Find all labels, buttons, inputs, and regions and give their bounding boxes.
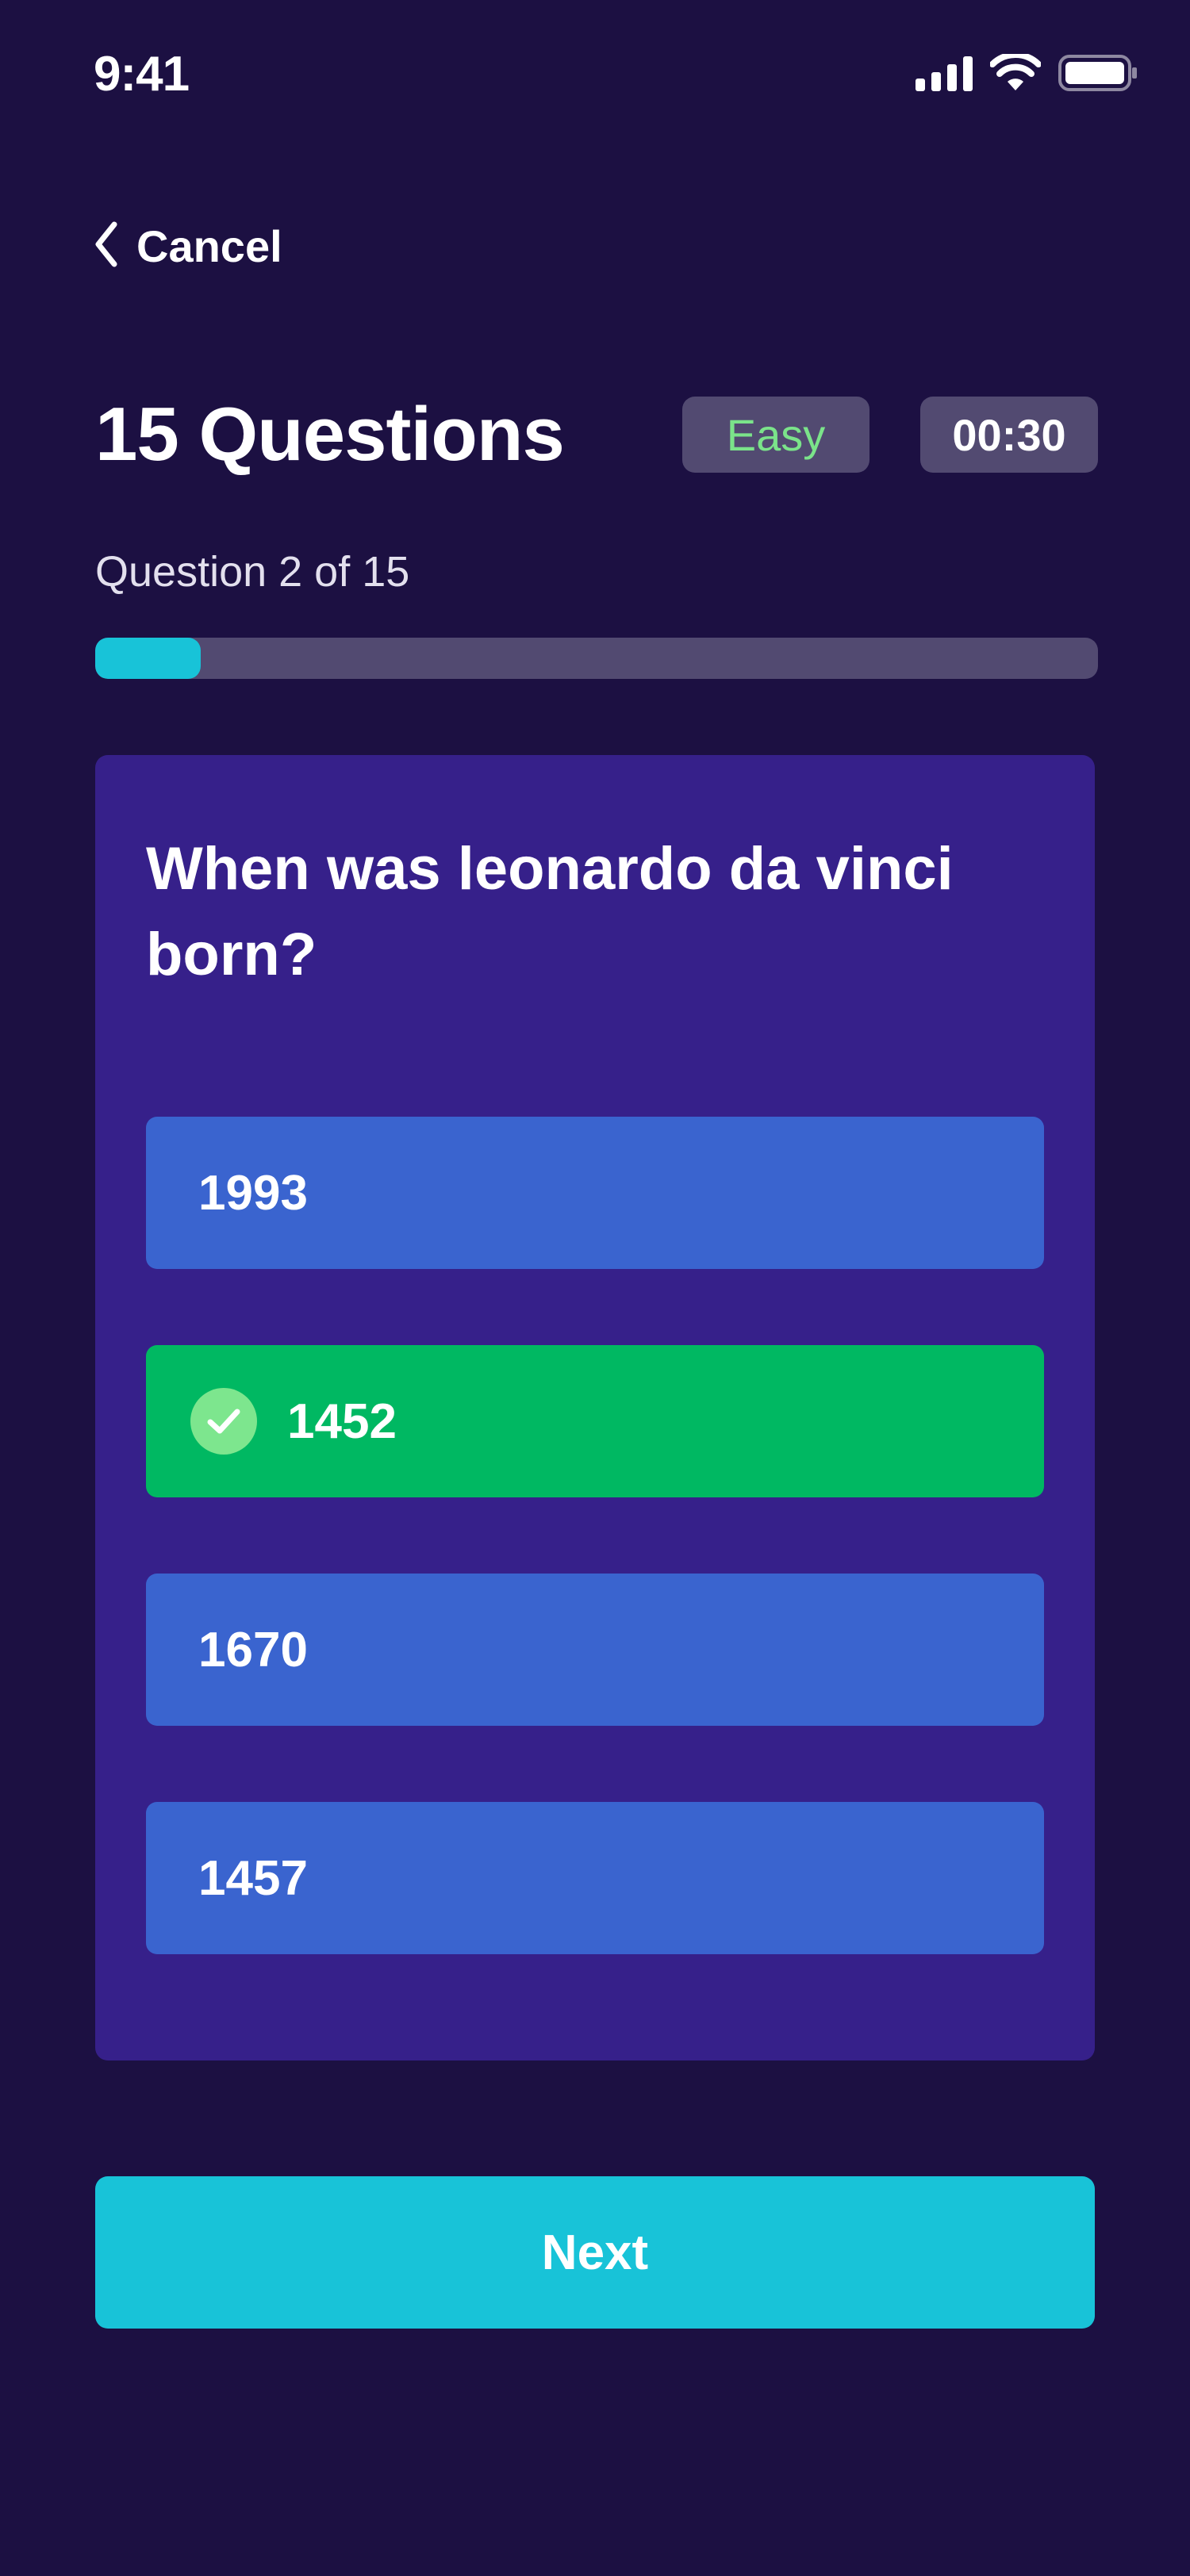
timer-badge: 00:30 — [920, 397, 1098, 473]
wifi-icon — [989, 51, 1042, 96]
question-text: When was leonardo da vinci born? — [146, 835, 954, 988]
answer-option-correct[interactable]: 1452 — [146, 1345, 1044, 1497]
progress-fill — [95, 638, 201, 679]
difficulty-badge: Easy — [682, 397, 869, 473]
battery-icon — [1058, 54, 1138, 96]
next-button[interactable]: Next — [95, 2176, 1095, 2329]
chevron-left-icon — [94, 221, 119, 271]
page-title: 15 Questions — [95, 392, 565, 477]
answer-label: 1670 — [198, 1622, 308, 1677]
status-icons — [916, 51, 1138, 98]
answer-option[interactable]: 1670 — [146, 1574, 1044, 1726]
cellular-signal-icon — [916, 55, 973, 95]
cancel-button[interactable]: Cancel — [94, 214, 282, 278]
status-bar: 9:41 — [0, 0, 1190, 151]
cancel-label: Cancel — [136, 220, 282, 271]
answer-option[interactable]: 1457 — [146, 1802, 1044, 1954]
answer-label: 1993 — [198, 1165, 308, 1221]
answer-option[interactable]: 1993 — [146, 1117, 1044, 1269]
progress-bar — [95, 638, 1098, 679]
answer-label: 1457 — [198, 1850, 308, 1906]
status-time: 9:41 — [94, 47, 190, 102]
answer-label: 1452 — [287, 1393, 397, 1449]
checkmark-icon — [190, 1388, 257, 1455]
progress-label: Question 2 of 15 — [95, 548, 410, 596]
question-card: When was leonardo da vinci born? 1993 14… — [95, 755, 1095, 2060]
